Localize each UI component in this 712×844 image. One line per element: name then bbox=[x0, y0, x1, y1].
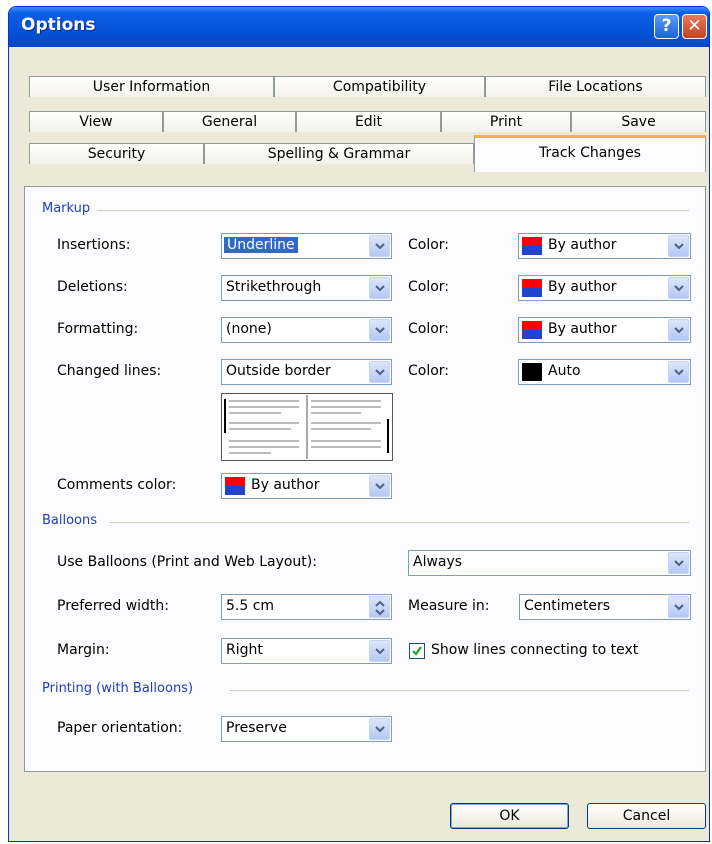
balloons-section-title: Balloons bbox=[42, 513, 98, 528]
dialog-title: Options bbox=[21, 15, 96, 35]
track-changes-panel: Markup Insertions: Underline Color: By a… bbox=[24, 186, 706, 772]
show-lines-label[interactable]: Show lines connecting to text bbox=[431, 642, 638, 658]
insertions-value: Underline bbox=[224, 237, 298, 253]
deletions-label: Deletions: bbox=[57, 279, 128, 295]
formatting-color-value: By author bbox=[548, 321, 617, 337]
chevron-down-icon[interactable] bbox=[668, 319, 689, 341]
measure-in-value: Centimeters bbox=[524, 598, 611, 614]
measure-in-label: Measure in: bbox=[408, 598, 490, 614]
chevron-down-icon[interactable] bbox=[668, 361, 689, 383]
markup-section-title: Markup bbox=[42, 201, 91, 216]
deletions-value: Strikethrough bbox=[226, 279, 322, 295]
chevron-down-icon[interactable] bbox=[369, 361, 390, 383]
use-balloons-label: Use Balloons (Print and Web Layout): bbox=[57, 554, 317, 570]
changed-lines-label: Changed lines: bbox=[57, 363, 162, 379]
changed-lines-preview bbox=[221, 393, 393, 461]
insertions-label: Insertions: bbox=[57, 237, 131, 253]
title-bar[interactable]: Options ? ✕ bbox=[9, 7, 709, 47]
tab-compatibility[interactable]: Compatibility bbox=[274, 76, 485, 97]
chevron-down-icon[interactable] bbox=[668, 235, 689, 257]
paper-orientation-label: Paper orientation: bbox=[57, 720, 183, 736]
insertions-color-select[interactable]: By author bbox=[518, 233, 691, 259]
color-swatch bbox=[522, 279, 542, 297]
options-dialog: Options ? ✕ User Information Compatibili… bbox=[8, 6, 710, 842]
color-swatch bbox=[522, 237, 542, 255]
balloons-separator bbox=[109, 522, 689, 523]
help-button[interactable]: ? bbox=[654, 14, 679, 39]
chevron-down-icon[interactable] bbox=[369, 475, 390, 497]
comments-color-label: Comments color: bbox=[57, 477, 177, 493]
preferred-width-value: 5.5 cm bbox=[226, 598, 275, 614]
tab-spelling-grammar[interactable]: Spelling & Grammar bbox=[204, 143, 474, 164]
use-balloons-value: Always bbox=[413, 554, 463, 570]
color-swatch bbox=[225, 477, 245, 495]
changed-lines-color-label: Color: bbox=[408, 363, 450, 379]
margin-select[interactable]: Right bbox=[221, 638, 392, 664]
ok-button[interactable]: OK bbox=[450, 803, 569, 829]
formatting-value: (none) bbox=[226, 321, 272, 337]
markup-separator bbox=[97, 210, 689, 211]
paper-orientation-value: Preserve bbox=[226, 720, 287, 736]
checkmark-icon bbox=[412, 646, 422, 656]
chevron-down-icon[interactable] bbox=[369, 718, 390, 740]
deletions-color-select[interactable]: By author bbox=[518, 275, 691, 301]
formatting-select[interactable]: (none) bbox=[221, 317, 392, 343]
tab-file-locations[interactable]: File Locations bbox=[485, 76, 706, 97]
chevron-down-icon[interactable] bbox=[369, 277, 390, 299]
changed-lines-color-select[interactable]: Auto bbox=[518, 359, 691, 385]
measure-in-select[interactable]: Centimeters bbox=[519, 594, 691, 620]
printing-separator bbox=[229, 690, 689, 691]
color-swatch bbox=[522, 363, 542, 381]
tab-general[interactable]: General bbox=[163, 111, 296, 132]
preferred-width-spinner[interactable]: 5.5 cm bbox=[221, 594, 392, 620]
printing-section-title: Printing (with Balloons) bbox=[42, 681, 194, 696]
insertions-select[interactable]: Underline bbox=[221, 233, 392, 259]
use-balloons-select[interactable]: Always bbox=[408, 550, 691, 576]
close-icon: ✕ bbox=[687, 16, 702, 36]
help-icon: ? bbox=[661, 16, 672, 36]
tab-edit[interactable]: Edit bbox=[296, 111, 441, 132]
paper-orientation-select[interactable]: Preserve bbox=[221, 716, 392, 742]
changed-lines-select[interactable]: Outside border bbox=[221, 359, 392, 385]
preferred-width-label: Preferred width: bbox=[57, 598, 170, 614]
chevron-down-icon[interactable] bbox=[668, 277, 689, 299]
color-swatch bbox=[522, 321, 542, 339]
comments-color-select[interactable]: By author bbox=[221, 473, 392, 499]
chevron-down-icon[interactable] bbox=[369, 640, 390, 662]
changed-lines-value: Outside border bbox=[226, 363, 331, 379]
deletions-color-label: Color: bbox=[408, 279, 450, 295]
tab-print[interactable]: Print bbox=[441, 111, 571, 132]
tab-user-information[interactable]: User Information bbox=[29, 76, 274, 97]
show-lines-checkbox[interactable] bbox=[409, 643, 425, 659]
margin-label: Margin: bbox=[57, 642, 110, 658]
formatting-color-label: Color: bbox=[408, 321, 450, 337]
margin-value: Right bbox=[226, 642, 263, 658]
chevron-down-icon[interactable] bbox=[668, 596, 689, 618]
tab-save[interactable]: Save bbox=[571, 111, 706, 132]
deletions-select[interactable]: Strikethrough bbox=[221, 275, 392, 301]
chevron-down-icon[interactable] bbox=[668, 552, 689, 574]
tab-security[interactable]: Security bbox=[29, 143, 204, 164]
cancel-button[interactable]: Cancel bbox=[587, 803, 706, 829]
tab-track-changes[interactable]: Track Changes bbox=[474, 135, 706, 172]
insertions-color-value: By author bbox=[548, 237, 617, 253]
formatting-label: Formatting: bbox=[57, 321, 139, 337]
chevron-down-icon[interactable] bbox=[369, 235, 390, 257]
insertions-color-label: Color: bbox=[408, 237, 450, 253]
tab-view[interactable]: View bbox=[29, 111, 163, 132]
changed-lines-color-value: Auto bbox=[548, 363, 581, 379]
deletions-color-value: By author bbox=[548, 279, 617, 295]
formatting-color-select[interactable]: By author bbox=[518, 317, 691, 343]
chevron-down-icon[interactable] bbox=[369, 319, 390, 341]
close-button[interactable]: ✕ bbox=[682, 14, 707, 39]
spinner-arrows-icon[interactable] bbox=[369, 596, 390, 618]
comments-color-value: By author bbox=[251, 477, 320, 493]
